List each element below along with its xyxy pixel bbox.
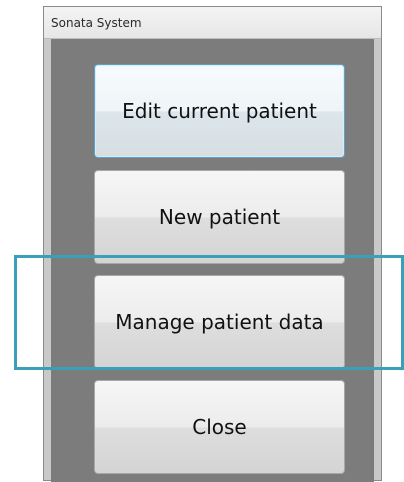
window-titlebar[interactable]: Sonata System <box>44 7 381 39</box>
window-title: Sonata System <box>51 16 142 30</box>
new-patient-button[interactable]: New patient <box>94 170 345 264</box>
app-window: Sonata System Edit current patient New p… <box>43 6 382 482</box>
close-button[interactable]: Close <box>94 380 345 474</box>
menu-panel: Edit current patient New patient Manage … <box>51 39 374 482</box>
edit-current-patient-button[interactable]: Edit current patient <box>94 64 345 158</box>
manage-patient-data-button[interactable]: Manage patient data <box>94 275 345 369</box>
